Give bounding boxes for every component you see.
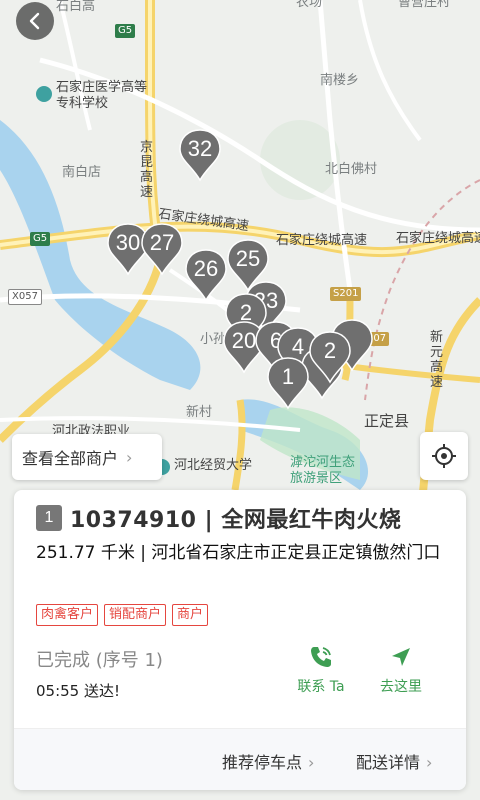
merchant-title: 10374910 | 全网最红牛肉火烧 [70, 508, 402, 533]
school-icon [36, 86, 52, 102]
tag: 商户 [172, 604, 209, 626]
view-all-merchants-button[interactable]: 查看全部商户 › [12, 434, 162, 480]
map-label-xinyuan: 新元高速 [430, 330, 444, 390]
chevron-left-icon [29, 12, 40, 30]
delivery-status: 已完成 (序号 1) [36, 650, 163, 671]
road-sign-x057: X057 [8, 289, 42, 305]
parking-link[interactable]: 推荐停车点 › [222, 749, 314, 773]
navigate-label: 去这里 [380, 679, 422, 695]
map-label-hutuo: 滹沱河生态旅游景区 [290, 455, 356, 486]
chevron-right-icon: › [308, 753, 315, 772]
road-sign-g5a: G5 [115, 24, 136, 38]
map-label-nongchang: 农场 [296, 0, 323, 10]
merchant-info-card: 1 10374910 | 全网最红牛肉火烧 251.77 千米 | 河北省石家庄… [14, 490, 466, 790]
tag: 销配商户 [104, 604, 167, 626]
phone-icon [311, 647, 331, 667]
navigation-arrow-icon [392, 648, 410, 666]
delivery-details-link[interactable]: 配送详情 › [356, 749, 432, 773]
map-pin[interactable]: 27 [140, 222, 184, 276]
back-button[interactable] [16, 2, 54, 40]
merchant-address: 251.77 千米 | 河北省石家庄市正定县正定镇傲然门口 [36, 543, 441, 563]
map-label-jingkun: 京昆高速 [140, 140, 154, 200]
chevron-right-icon: › [426, 753, 433, 772]
map-pin[interactable]: 2 [308, 330, 352, 384]
map-label-ring3: 石家庄绕城高速 [396, 231, 480, 246]
map-label-medical-school: 石家庄医学高等专科学校 [56, 80, 148, 111]
crosshair-icon [432, 444, 456, 468]
road-sign-g5b: G5 [30, 232, 51, 246]
map-label-zhengding: 正定县 [364, 412, 410, 430]
view-all-label: 查看全部商户 [22, 449, 119, 468]
card-title-row: 1 10374910 | 全网最红牛肉火烧 [36, 502, 401, 534]
map-label-nanlouxiang: 南楼乡 [320, 73, 360, 88]
chevron-right-icon: › [126, 447, 133, 467]
road-sign-s201: S201 [330, 287, 362, 301]
parking-label: 推荐停车点 [222, 753, 303, 772]
map-label-baigou: 石白高 [56, 0, 96, 14]
delivery-time: 05:55 送达! [36, 682, 121, 700]
navigate-button[interactable]: 去这里 [366, 642, 436, 696]
contact-label: 联系 Ta [297, 679, 345, 695]
map-pin[interactable]: 1 [266, 356, 310, 410]
tag: 肉禽客户 [36, 604, 99, 626]
sequence-badge: 1 [36, 505, 62, 531]
card-footer: 推荐停车点 › 配送详情 › [14, 728, 466, 790]
map-pin[interactable]: 26 [184, 248, 228, 302]
map-label-hbjm: 河北经贸大学 [174, 458, 253, 473]
details-label: 配送详情 [356, 753, 421, 772]
map-label-caoyingzhuang: 曹营庄村 [398, 0, 451, 10]
map-label-nanbaidian: 南白店 [62, 165, 102, 180]
locate-button[interactable] [420, 432, 468, 480]
contact-button[interactable]: 联系 Ta [286, 642, 356, 696]
map-label-beibaifo: 北白佛村 [325, 162, 378, 177]
map-pin[interactable]: 32 [178, 128, 222, 182]
map-label-ring2: 石家庄绕城高速 [276, 233, 368, 248]
poi-hbjm[interactable]: 河北经贸大学 [154, 455, 264, 477]
map-label-xincun: 新村 [186, 405, 213, 420]
merchant-tags: 肉禽客户 销配商户 商户 [36, 604, 209, 626]
